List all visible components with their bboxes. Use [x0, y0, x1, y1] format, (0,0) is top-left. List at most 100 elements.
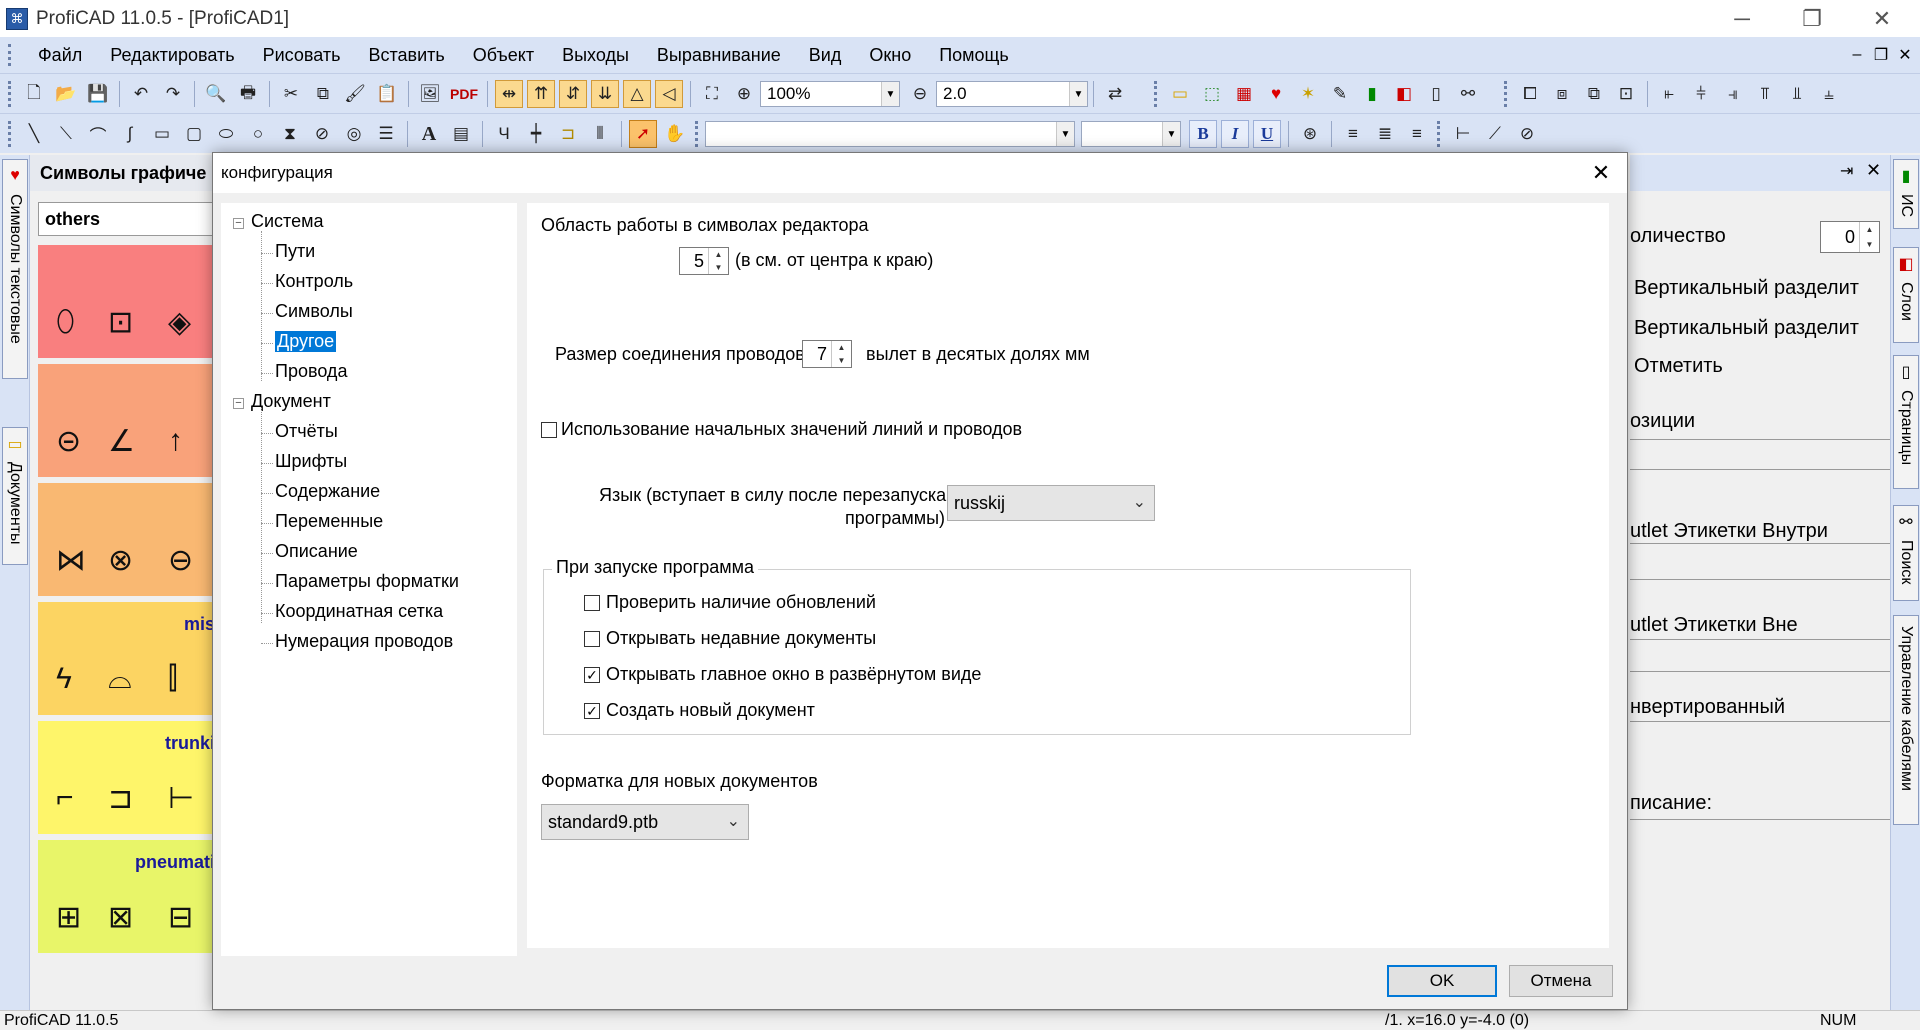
menu-view[interactable]: Вид: [795, 45, 856, 66]
symbol-category-select[interactable]: others: [38, 202, 215, 236]
hierarchy-icon[interactable]: ⬚: [1198, 80, 1226, 108]
tree-item[interactable]: Контроль: [275, 271, 353, 292]
star-icon[interactable]: ✶: [1294, 80, 1322, 108]
dialog-close-icon[interactable]: ✕: [1587, 159, 1615, 187]
symbol-corner-icon[interactable]: ⌐: [56, 781, 74, 815]
symbol-arrow-icon[interactable]: ↑: [168, 424, 183, 458]
symbol-fuse-icon[interactable]: ⬯: [56, 305, 75, 339]
language-select[interactable]: russkij ⌄: [947, 485, 1155, 521]
text-align-center-icon[interactable]: ≣: [1371, 120, 1399, 148]
tree-item[interactable]: Символы: [275, 301, 353, 322]
symbol-misc-icon[interactable]: ⫿: [168, 662, 178, 696]
zoom-combo[interactable]: 100% ▼: [760, 81, 900, 107]
restore-button[interactable]: ❐: [1780, 0, 1844, 37]
tree-item[interactable]: Другое: [275, 331, 337, 352]
pdf-export-icon[interactable]: PDF: [448, 80, 480, 108]
save-icon[interactable]: 💾: [84, 80, 112, 108]
tree-item[interactable]: Координатная сетка: [275, 601, 443, 622]
connector-icon[interactable]: ⊐: [554, 120, 582, 148]
tree-item[interactable]: Шрифты: [275, 451, 347, 472]
flip-down-icon[interactable]: ⇊: [591, 80, 619, 108]
chevron-down-icon[interactable]: ▼: [1056, 122, 1074, 146]
symbol-box-icon[interactable]: ⊡: [108, 305, 133, 340]
oval-strike-icon[interactable]: ⊘: [308, 120, 336, 148]
align-left-icon[interactable]: ⫦: [1655, 80, 1683, 108]
pin-icon[interactable]: ⇥: [1840, 161, 1853, 181]
zoom-in-icon[interactable]: ⊕: [730, 80, 758, 108]
circle-icon[interactable]: ○: [244, 120, 272, 148]
tab-ic[interactable]: ▮ ИС: [1893, 159, 1919, 229]
list-icon[interactable]: ☰: [372, 120, 400, 148]
symbol-tee-icon[interactable]: ⊢: [168, 781, 194, 816]
chevron-down-icon[interactable]: ▼: [1069, 82, 1087, 106]
tree-item[interactable]: Отчёты: [275, 421, 338, 442]
pan-hand-icon[interactable]: ✋: [661, 120, 689, 148]
arc-icon[interactable]: ⌒: [84, 120, 112, 148]
print-preview-icon[interactable]: 🔍: [202, 80, 230, 108]
toolbar-grip[interactable]: [1504, 81, 1510, 107]
toolbar-grip[interactable]: [1154, 81, 1160, 107]
text-align-right-icon[interactable]: ≡: [1403, 120, 1431, 148]
print-icon[interactable]: 🖶: [234, 80, 262, 108]
zoom-fit-icon[interactable]: ⛶: [698, 80, 726, 108]
startup-option-checkbox[interactable]: [584, 595, 600, 611]
underline-button[interactable]: U: [1253, 120, 1281, 148]
no-entry-icon[interactable]: ⊘: [1513, 120, 1541, 148]
menu-draw[interactable]: Рисовать: [249, 45, 355, 66]
menu-align[interactable]: Выравнивание: [643, 45, 795, 66]
symbol-gauge-icon[interactable]: ⊗: [108, 543, 133, 578]
tree-item[interactable]: Нумерация проводов: [275, 631, 453, 652]
menu-object[interactable]: Объект: [459, 45, 548, 66]
tab-documents[interactable]: ▭ Документы: [2, 427, 28, 565]
tree-item[interactable]: Переменные: [275, 511, 383, 532]
tree-item[interactable]: Содержание: [275, 481, 380, 502]
binoculars-icon[interactable]: ⚯: [1454, 80, 1482, 108]
toolbar-grip[interactable]: [8, 81, 14, 107]
align-bottom-icon[interactable]: ⫨: [1815, 80, 1843, 108]
symbol-meter-icon[interactable]: ⊖: [168, 543, 193, 578]
menu-edit[interactable]: Редактировать: [96, 45, 248, 66]
cable-icon[interactable]: ⦀: [586, 120, 614, 148]
tree-item[interactable]: Провода: [275, 361, 347, 382]
menu-file[interactable]: Файл: [24, 45, 96, 66]
startup-option-checkbox[interactable]: [584, 631, 600, 647]
flip-up-icon[interactable]: ⇈: [527, 80, 555, 108]
cut-icon[interactable]: ✂: [277, 80, 305, 108]
startup-option-checkbox[interactable]: ✓: [584, 703, 600, 719]
polyline-icon[interactable]: ⟍: [52, 120, 80, 148]
symbol-angle-icon[interactable]: ∠: [108, 424, 135, 459]
tab-search[interactable]: ⚯ Поиск: [1893, 505, 1919, 601]
send-back-icon[interactable]: ⊡: [1612, 80, 1640, 108]
line-icon[interactable]: ╲: [20, 120, 48, 148]
document-icon[interactable]: ▯: [1422, 80, 1450, 108]
copy-icon[interactable]: ⧉: [309, 80, 337, 108]
mdi-close-button[interactable]: ✕: [1890, 37, 1920, 73]
rounded-rect-icon[interactable]: ▢: [180, 120, 208, 148]
menu-outputs[interactable]: Выходы: [548, 45, 643, 66]
flip-vertical-icon[interactable]: ⇵: [559, 80, 587, 108]
symbol-key-icon[interactable]: ⊝: [56, 424, 81, 459]
format-painter-icon[interactable]: 🖌: [341, 80, 369, 108]
junction-icon[interactable]: ┿: [522, 120, 550, 148]
ok-button[interactable]: OK: [1387, 965, 1497, 997]
export-image-icon[interactable]: 🖼: [416, 80, 444, 108]
flip-horizontal-icon[interactable]: ⇹: [495, 80, 523, 108]
color-grid-icon[interactable]: ▦: [1230, 80, 1258, 108]
cancel-button[interactable]: Отмена: [1509, 965, 1613, 997]
symbol-trunk-icon[interactable]: ⊐: [108, 781, 133, 816]
symbol-lamp-icon[interactable]: ⌓: [108, 662, 132, 696]
wire-icon[interactable]: Ч: [490, 120, 518, 148]
tree-collapse-icon[interactable]: −: [233, 398, 244, 409]
layers-icon[interactable]: ◧: [1390, 80, 1418, 108]
symbol-cylinder-icon[interactable]: ⊞: [56, 900, 81, 935]
book-icon[interactable]: ▮: [1358, 80, 1386, 108]
toolbar-grip[interactable]: [1437, 121, 1443, 147]
text-tool-icon[interactable]: A: [415, 120, 443, 148]
tab-text-symbols[interactable]: ♥ Символы текстовые: [2, 159, 28, 379]
tree-item[interactable]: Пути: [275, 241, 315, 262]
rectangle-icon[interactable]: ▭: [148, 120, 176, 148]
swap-arrows-icon[interactable]: ⇄: [1101, 80, 1129, 108]
symbol-diamond-icon[interactable]: ◈: [168, 305, 191, 340]
heart-icon[interactable]: ♥: [1262, 80, 1290, 108]
tree-item[interactable]: Параметры форматки: [275, 571, 459, 592]
